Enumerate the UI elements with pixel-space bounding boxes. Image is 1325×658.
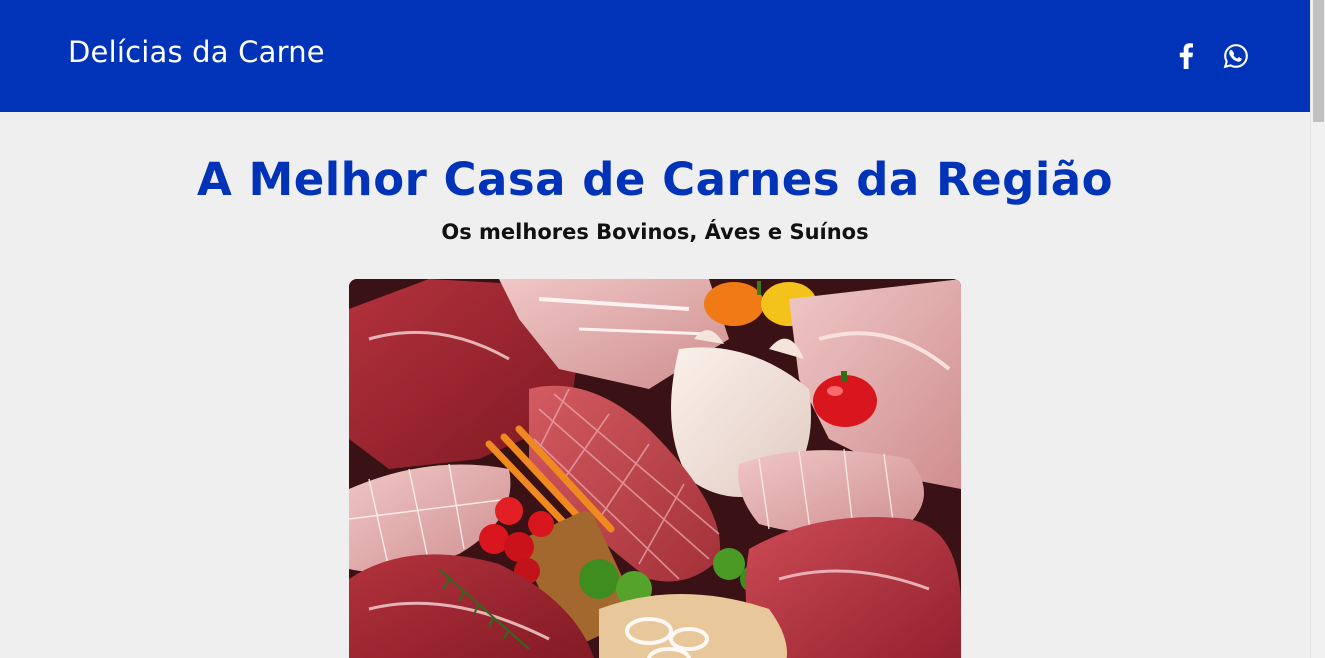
site-header: Delícias da Carne: [0, 0, 1310, 112]
page-subtitle: Os melhores Bovinos, Áves e Suínos: [441, 220, 869, 244]
page-title: A Melhor Casa de Carnes da Região: [196, 153, 1114, 206]
scrollbar-thumb[interactable]: [1313, 0, 1324, 122]
facebook-icon[interactable]: [1172, 42, 1200, 70]
hero-image: [349, 279, 961, 658]
site-brand[interactable]: Delícias da Carne: [68, 35, 325, 69]
page-scrollbar[interactable]: [1310, 0, 1325, 658]
page: Delícias da Carne A Melhor Casa de Carne…: [0, 0, 1325, 658]
whatsapp-icon[interactable]: [1222, 42, 1250, 70]
